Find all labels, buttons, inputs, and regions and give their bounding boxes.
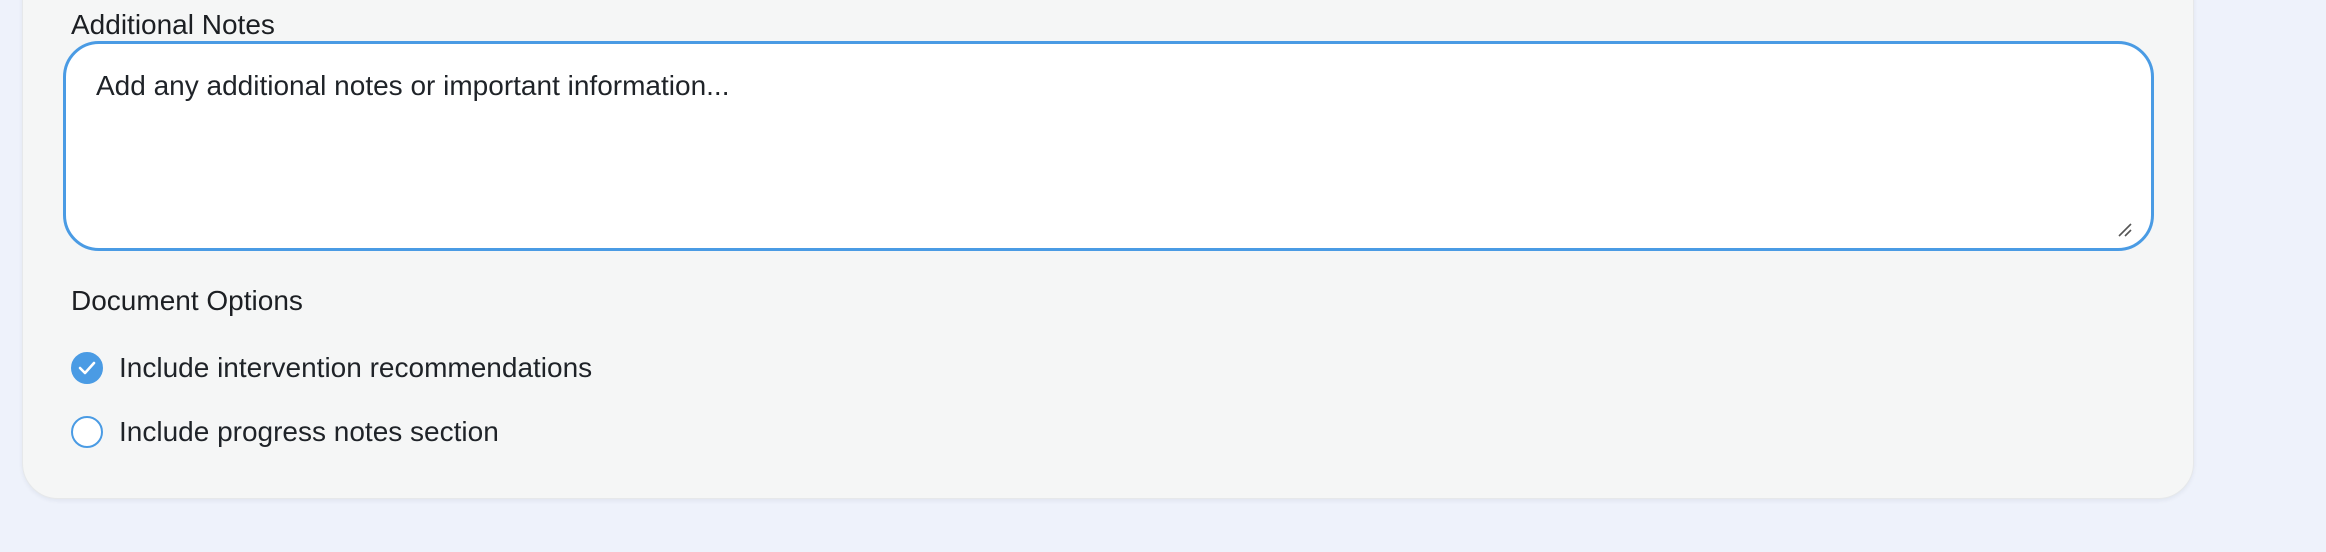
notes-label: Additional Notes [71,9,275,40]
checkbox-checked[interactable] [71,352,103,384]
checkbox-unchecked[interactable] [71,416,103,448]
option-intervention-recommendations[interactable]: Include intervention recommendations [71,350,592,386]
document-options-title: Document Options [71,285,303,316]
option-progress-notes[interactable]: Include progress notes section [71,414,499,450]
additional-notes-textarea[interactable] [66,44,2151,248]
option-label: Include intervention recommendations [119,352,593,383]
notes-field-container[interactable] [63,41,2154,251]
check-icon [78,361,96,375]
resize-handle-icon[interactable] [2115,220,2133,238]
option-label: Include progress notes section [119,416,499,447]
